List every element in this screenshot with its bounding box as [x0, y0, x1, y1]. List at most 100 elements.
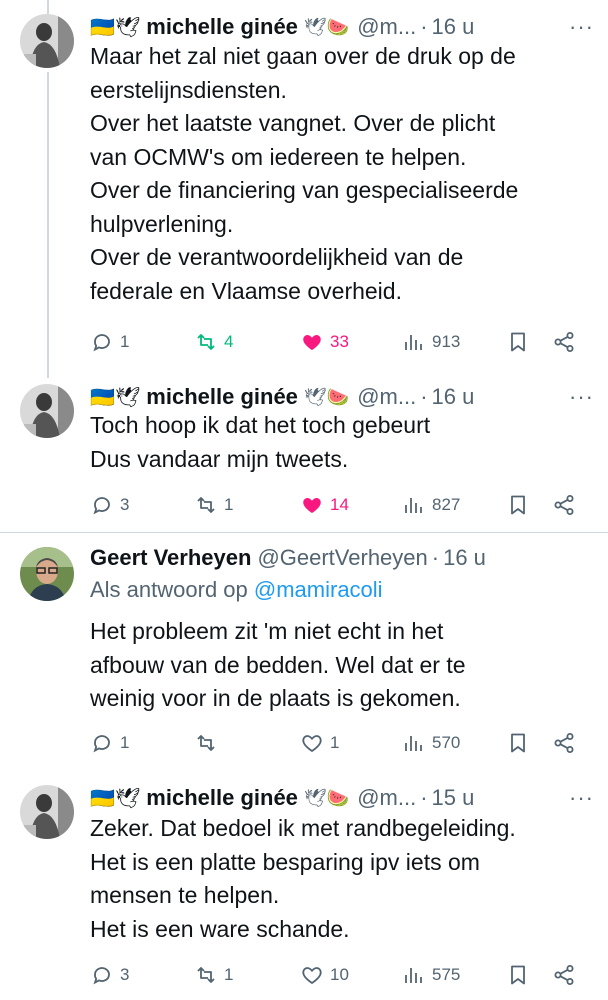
retweet-button[interactable] — [194, 728, 224, 758]
reply-button[interactable]: 3 — [90, 960, 129, 990]
author-handle[interactable]: @m... — [357, 384, 416, 410]
reply-count: 3 — [120, 495, 130, 514]
avatar[interactable] — [20, 14, 74, 68]
name-emoji: 🕊🍉 — [303, 16, 350, 37]
views-count: 827 — [432, 495, 461, 514]
views-icon — [405, 968, 422, 983]
like-count: 33 — [330, 332, 349, 351]
like-count: 1 — [330, 733, 340, 752]
more-options-icon[interactable]: ··· — [569, 384, 594, 410]
share-button[interactable] — [552, 960, 576, 990]
heart-filled-icon — [303, 335, 321, 350]
tweet-text: Toch hoop ik dat het toch gebeurt Dus va… — [90, 412, 431, 472]
separator-dot: · — [420, 785, 428, 810]
share-button[interactable] — [552, 490, 576, 520]
views-button[interactable]: 913 — [402, 327, 460, 357]
tweet-header: 🇺🇦🕊 michelle ginée 🕊🍉 @m... · 15 u — [90, 783, 594, 813]
reply-icon — [93, 497, 110, 515]
reply-to-handle[interactable]: @mamiracoli — [254, 577, 383, 602]
author-name[interactable]: michelle ginée — [146, 384, 298, 410]
bookmark-button[interactable] — [506, 728, 530, 758]
retweet-count: 1 — [224, 495, 234, 514]
action-bar: 3 1 10 575 — [90, 960, 588, 990]
more-options-icon[interactable]: ··· — [569, 14, 594, 40]
avatar[interactable] — [20, 785, 74, 839]
tweet[interactable]: 🇺🇦🕊 michelle ginée 🕊🍉 @m... · 15 u ··· Z… — [0, 773, 608, 1000]
name-emoji: 🕊🍉 — [303, 787, 350, 808]
like-button[interactable]: 14 — [300, 490, 349, 520]
like-count: 10 — [330, 965, 349, 984]
author-name[interactable]: michelle ginée — [146, 785, 298, 811]
more-options-icon[interactable]: ··· — [569, 785, 594, 811]
retweet-button[interactable]: 1 — [194, 490, 233, 520]
reply-context: Als antwoord op @mamiracoli — [90, 577, 383, 603]
bookmark-button[interactable] — [506, 960, 530, 990]
bookmark-icon — [511, 332, 525, 352]
bookmark-icon — [511, 965, 525, 985]
views-icon — [405, 335, 422, 350]
views-button[interactable]: 827 — [402, 490, 460, 520]
separator-dot: · — [420, 384, 428, 409]
retweet-count: 1 — [224, 965, 234, 984]
tweet[interactable]: 🇺🇦🕊 michelle ginée 🕊🍉 @m... · 16 u ··· M… — [0, 0, 608, 378]
timestamp[interactable]: 16 u — [443, 545, 486, 571]
views-button[interactable]: 570 — [402, 728, 460, 758]
author-handle[interactable]: @m... — [357, 14, 416, 40]
reply-icon — [93, 334, 110, 352]
reply-prefix: Als antwoord op — [90, 577, 248, 602]
like-button[interactable]: 33 — [300, 327, 349, 357]
action-bar: 3 1 14 827 — [90, 490, 588, 520]
share-button[interactable] — [552, 728, 576, 758]
author-handle[interactable]: @GeertVerheyen — [257, 545, 427, 571]
reply-button[interactable]: 1 — [90, 728, 129, 758]
flag-emoji: 🇺🇦🕊 — [90, 787, 141, 810]
timestamp[interactable]: 15 u — [432, 785, 475, 811]
like-count: 14 — [330, 495, 349, 514]
share-icon — [554, 495, 574, 515]
action-bar: 1 4 33 913 — [90, 327, 588, 357]
author-name[interactable]: michelle ginée — [146, 14, 298, 40]
retweet-icon — [197, 334, 215, 350]
heart-filled-icon — [303, 498, 321, 513]
name-emoji: 🕊🍉 — [303, 386, 350, 407]
tweet[interactable]: 🇺🇦🕊 michelle ginée 🕊🍉 @m... · 16 u ··· T… — [0, 378, 608, 530]
separator-dot: · — [431, 545, 440, 570]
timestamp[interactable]: 16 u — [432, 384, 475, 410]
like-button[interactable]: 1 — [300, 728, 339, 758]
reply-button[interactable]: 1 — [90, 327, 129, 357]
tweet-text: Maar het zal niet gaan over de druk op d… — [90, 43, 519, 304]
author-handle[interactable]: @m... — [357, 785, 416, 811]
reply-button[interactable]: 3 — [90, 490, 129, 520]
avatar[interactable] — [20, 547, 74, 601]
avatar[interactable] — [20, 384, 74, 438]
like-button[interactable]: 10 — [300, 960, 349, 990]
bookmark-button[interactable] — [506, 490, 530, 520]
separator-dot: · — [420, 14, 428, 39]
retweet-count: 4 — [224, 332, 234, 351]
views-count: 570 — [432, 733, 461, 752]
bookmark-button[interactable] — [506, 327, 530, 357]
retweet-icon — [197, 735, 215, 751]
reply-count: 3 — [120, 965, 130, 984]
timestamp[interactable]: 16 u — [432, 14, 475, 40]
views-icon — [405, 498, 422, 513]
share-icon — [554, 332, 574, 352]
author-name[interactable]: Geert Verheyen — [90, 545, 251, 571]
tweet-text: Het probleem zit 'm niet echt in het afb… — [90, 618, 466, 711]
views-button[interactable]: 575 — [402, 960, 460, 990]
retweet-icon — [197, 497, 215, 513]
tweet[interactable]: Geert Verheyen @GeertVerheyen · 16 u Als… — [0, 533, 608, 773]
reply-count: 1 — [120, 733, 130, 752]
bookmark-icon — [511, 495, 525, 515]
action-bar: 1 1 570 — [90, 728, 588, 758]
share-button[interactable] — [552, 327, 576, 357]
retweet-button[interactable]: 1 — [194, 960, 233, 990]
bookmark-icon — [511, 733, 525, 753]
views-count: 913 — [432, 332, 461, 351]
views-count: 575 — [432, 965, 461, 984]
reply-count: 1 — [120, 332, 130, 351]
heart-icon — [302, 735, 322, 753]
retweet-button[interactable]: 4 — [194, 327, 233, 357]
tweet-header: 🇺🇦🕊 michelle ginée 🕊🍉 @m... · 16 u — [90, 382, 594, 412]
flag-emoji: 🇺🇦🕊 — [90, 16, 141, 39]
